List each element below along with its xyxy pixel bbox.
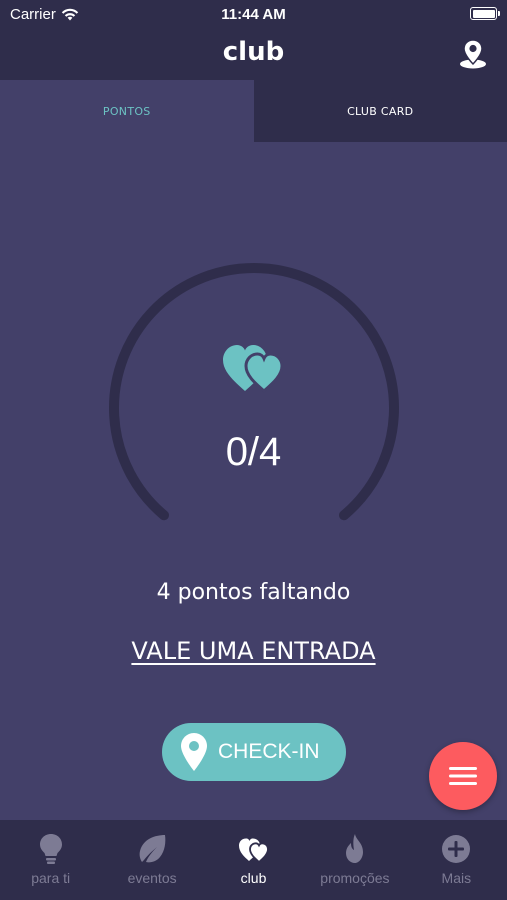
bottom-nav-eventos[interactable]: eventos xyxy=(101,820,202,900)
menu-fab-button[interactable] xyxy=(429,742,497,810)
points-count: 0/4 xyxy=(225,430,282,474)
bottom-tab-bar: para ti eventos club promoções Mais xyxy=(0,820,507,900)
bottom-nav-mais[interactable]: Mais xyxy=(406,820,507,900)
clock: 11:44 AM xyxy=(221,6,286,23)
segment-tabs: PONTOS CLUB CARD xyxy=(0,80,507,142)
leaf-icon xyxy=(139,835,166,863)
hearts-icon xyxy=(238,838,269,864)
lightbulb-icon xyxy=(39,834,62,864)
location-map-icon[interactable] xyxy=(457,38,489,70)
status-bar: Carrier 11:44 AM xyxy=(0,0,507,30)
bottom-nav-label: promoções xyxy=(320,870,390,886)
hearts-icon xyxy=(223,345,284,393)
bottom-nav-label: Mais xyxy=(441,870,472,886)
bottom-nav-label: eventos xyxy=(127,870,177,886)
points-missing-text: 4 pontos faltando xyxy=(156,580,351,605)
bottom-nav-label: club xyxy=(240,870,267,886)
checkin-label: CHECK-IN xyxy=(218,740,320,763)
bottom-nav-label: para ti xyxy=(31,870,71,886)
map-pin-icon xyxy=(181,733,207,771)
checkin-button[interactable]: CHECK-IN xyxy=(162,723,346,781)
hamburger-menu-icon xyxy=(449,767,477,785)
page-title: club xyxy=(222,37,285,67)
bottom-nav-promocoes[interactable]: promoções xyxy=(304,820,405,900)
bottom-nav-para-ti[interactable]: para ti xyxy=(0,820,101,900)
flame-icon xyxy=(345,834,363,863)
bottom-nav-club[interactable]: club xyxy=(203,820,304,900)
tab-pontos[interactable]: PONTOS xyxy=(0,80,254,142)
nav-bar: club xyxy=(0,30,507,80)
plus-circle-icon xyxy=(442,835,471,863)
points-gauge xyxy=(109,263,399,521)
tab-club-card[interactable]: CLUB CARD xyxy=(253,80,507,142)
battery-icon xyxy=(470,7,500,20)
reward-link[interactable]: VALE UMA ENTRADA xyxy=(0,637,507,665)
